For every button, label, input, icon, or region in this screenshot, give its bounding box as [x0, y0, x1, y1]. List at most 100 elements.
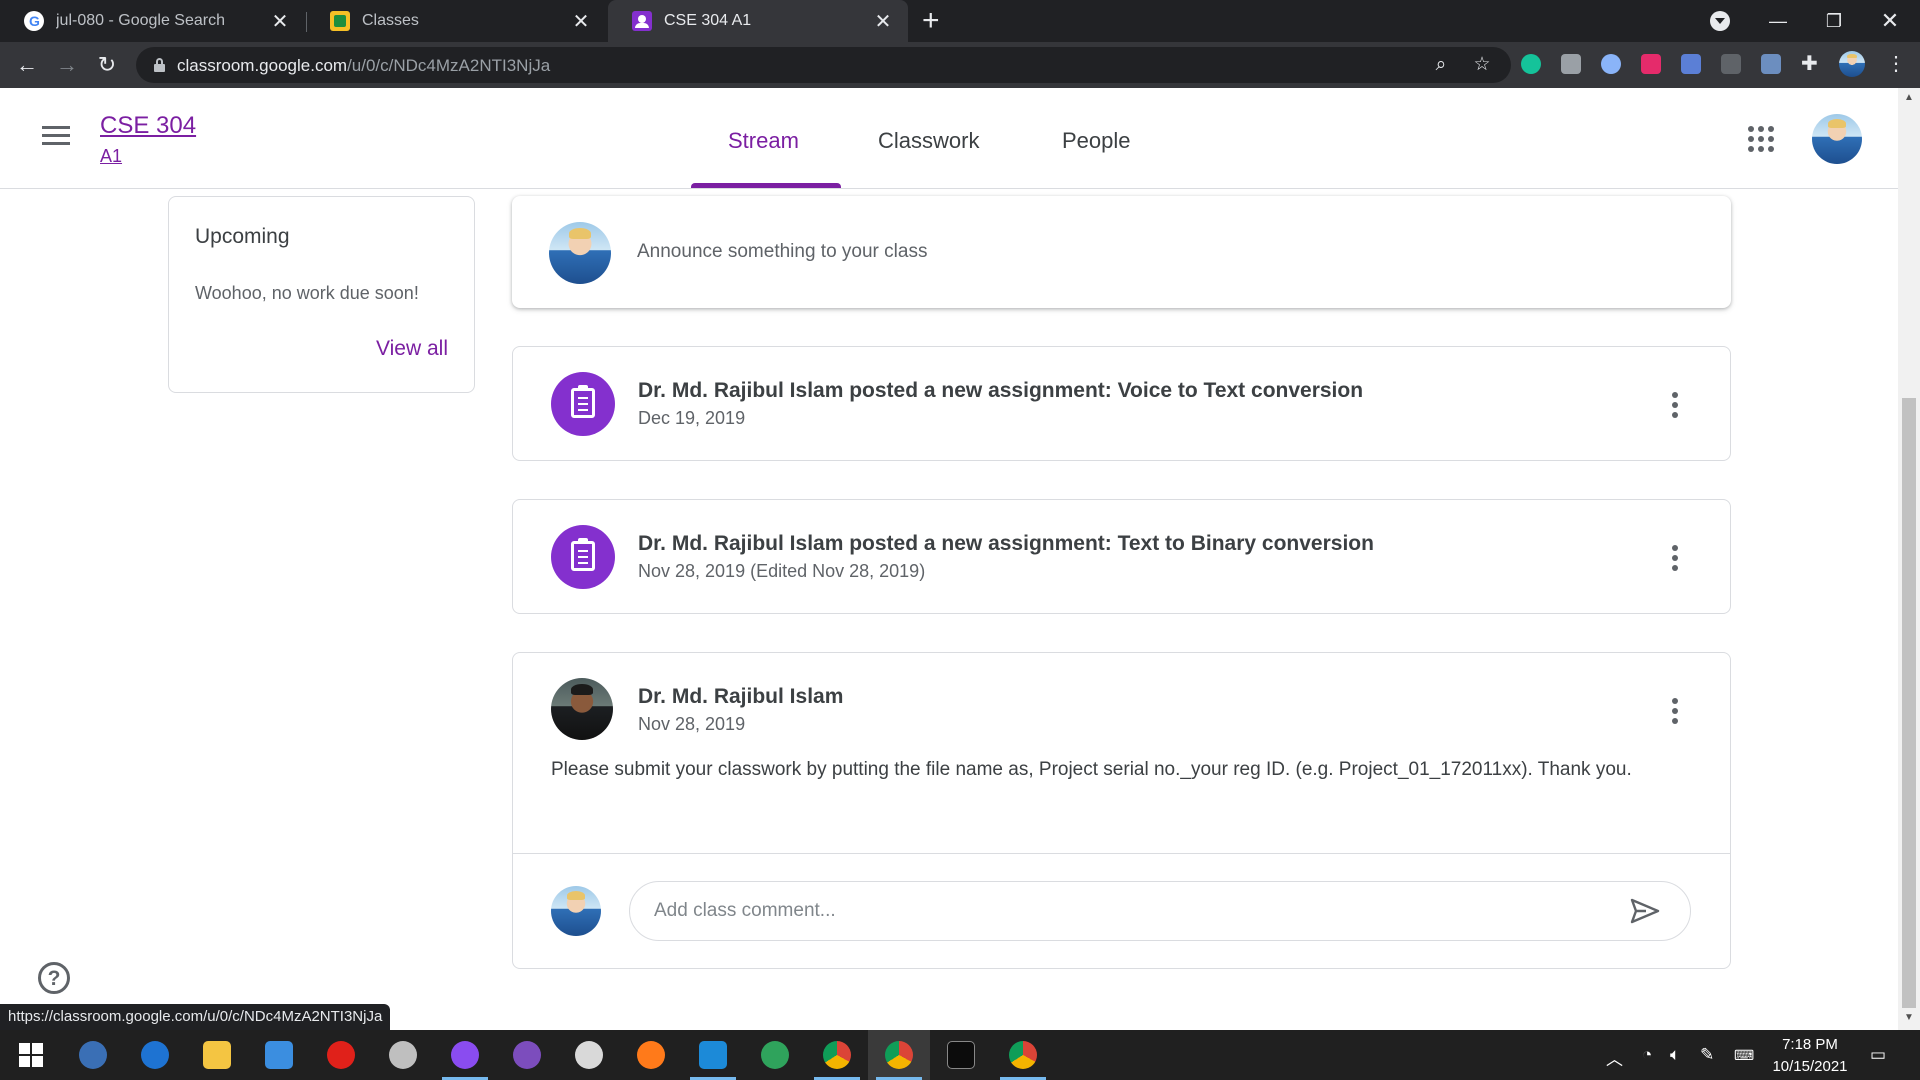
address-bar[interactable]: classroom.google.com/u/0/c/NDc4MzA2NTI3N… — [136, 47, 1511, 83]
google-icon: G — [24, 11, 44, 31]
wifi-icon[interactable]: ◔ — [1642, 1045, 1652, 1065]
more-options-icon[interactable] — [1672, 392, 1678, 418]
edge-dev-icon — [761, 1041, 789, 1069]
assignment-post[interactable]: Dr. Md. Rajibul Islam posted a new assig… — [512, 499, 1731, 614]
close-tab-icon[interactable]: ✕ — [570, 9, 592, 34]
close-tab-icon[interactable]: ✕ — [872, 9, 894, 34]
taskbar-app-chrome[interactable] — [806, 1030, 868, 1080]
show-hidden-icons-chevron-icon[interactable]: ︿ — [1606, 1045, 1623, 1070]
notifications-icon[interactable]: ▭ — [1870, 1045, 1886, 1065]
folder-icon — [203, 1041, 231, 1069]
pen-icon[interactable]: ✎ — [1700, 1045, 1714, 1065]
browser-tab-google-search[interactable]: G jul-080 - Google Search ✕ — [0, 0, 305, 42]
tab-people[interactable]: People — [1062, 128, 1131, 154]
firefox-icon — [637, 1041, 665, 1069]
post-title[interactable]: Dr. Md. Rajibul Islam posted a new assig… — [638, 379, 1363, 403]
zoom-icon[interactable]: ⌕ — [1430, 54, 1452, 76]
classroom-class-icon — [632, 11, 652, 31]
author-avatar — [551, 678, 613, 740]
more-options-icon[interactable] — [1672, 698, 1678, 724]
taskbar-app-chrome-active[interactable] — [868, 1030, 930, 1080]
assignment-icon — [551, 372, 615, 436]
tab-title: Classes — [362, 12, 419, 29]
play-extension-icon[interactable] — [1641, 54, 1661, 74]
send-icon[interactable] — [1630, 898, 1660, 924]
taskbar-app-mail[interactable] — [248, 1030, 310, 1080]
main-menu-icon[interactable] — [42, 126, 70, 146]
app-icon — [389, 1041, 417, 1069]
taskbar-app-chrome-profile[interactable] — [992, 1030, 1054, 1080]
extension-icon[interactable] — [1601, 54, 1621, 74]
back-button[interactable]: ← — [11, 49, 43, 81]
taskbar-app-vscode[interactable] — [682, 1030, 744, 1080]
grammarly-extension-icon[interactable] — [1521, 54, 1541, 74]
post-body: Please submit your classwork by putting … — [551, 759, 1632, 780]
start-button[interactable] — [0, 1030, 62, 1080]
reload-button[interactable]: ↻ — [91, 49, 123, 81]
account-avatar[interactable] — [1812, 114, 1862, 164]
taskbar-clock[interactable]: 7:18 PM 10/15/2021 — [1762, 1034, 1858, 1078]
taskbar-app-github[interactable] — [496, 1030, 558, 1080]
forward-button[interactable]: → — [51, 49, 83, 81]
restore-button[interactable]: ❐ — [1806, 0, 1862, 42]
close-tab-icon[interactable]: ✕ — [269, 9, 291, 34]
windows-taskbar: ︿ ◔ 🔈︎ ✎ ⌨ 7:18 PM 10/15/2021 ▭ — [0, 1030, 1920, 1080]
class-section[interactable]: A1 — [100, 146, 122, 167]
github-icon — [513, 1041, 541, 1069]
extensions-puzzle-icon[interactable]: ✚ — [1801, 54, 1821, 74]
taskbar-app-firefox[interactable] — [620, 1030, 682, 1080]
browser-menu-icon[interactable]: ⋮ — [1886, 54, 1906, 74]
more-options-icon[interactable] — [1672, 545, 1678, 571]
download-extension-icon[interactable] — [1681, 54, 1701, 74]
bookmark-star-icon[interactable]: ☆ — [1471, 54, 1493, 76]
taskbar-app-edge-dev[interactable] — [744, 1030, 806, 1080]
user-avatar — [551, 886, 601, 936]
extension-icon[interactable] — [1721, 54, 1741, 74]
vscode-icon — [699, 1041, 727, 1069]
new-tab-button[interactable]: + — [922, 4, 940, 38]
extension-icon[interactable] — [1761, 54, 1781, 74]
comment-placeholder: Add class comment... — [654, 900, 836, 921]
browser-tab-cse304[interactable]: CSE 304 A1 ✕ — [608, 0, 908, 42]
help-icon[interactable]: ? — [38, 962, 70, 994]
taskbar-app-paint[interactable] — [558, 1030, 620, 1080]
post-title[interactable]: Dr. Md. Rajibul Islam posted a new assig… — [638, 532, 1374, 556]
volume-icon[interactable]: 🔈︎ — [1670, 1045, 1680, 1065]
taskbar-app-edge[interactable] — [124, 1030, 186, 1080]
tab-search-icon[interactable] — [1710, 11, 1730, 31]
taskbar-app-messenger[interactable] — [434, 1030, 496, 1080]
view-all-link[interactable]: View all — [376, 337, 448, 361]
close-window-button[interactable]: ✕ — [1862, 0, 1918, 42]
class-comment-input[interactable]: Add class comment... — [629, 881, 1691, 941]
screenshot-extension-icon[interactable] — [1561, 54, 1581, 74]
tab-stream[interactable]: Stream — [728, 128, 799, 154]
taskbar-app-terminal[interactable] — [930, 1030, 992, 1080]
assignment-post[interactable]: Dr. Md. Rajibul Islam posted a new assig… — [512, 346, 1731, 461]
browser-profile-avatar[interactable] — [1839, 51, 1865, 77]
minimize-button[interactable]: — — [1750, 0, 1806, 42]
taskbar-app-explorer[interactable] — [186, 1030, 248, 1080]
google-apps-icon[interactable] — [1748, 126, 1774, 152]
chrome-icon — [823, 1041, 851, 1069]
browser-toolbar: ← → ↻ classroom.google.com/u/0/c/NDc4MzA… — [0, 42, 1920, 88]
announce-placeholder[interactable]: Announce something to your class — [637, 241, 927, 263]
browser-tab-classes[interactable]: Classes ✕ — [306, 0, 606, 42]
post-date: Nov 28, 2019 — [638, 714, 746, 734]
classroom-icon — [330, 11, 350, 31]
taskbar-app-opera[interactable] — [310, 1030, 372, 1080]
paint-icon — [575, 1041, 603, 1069]
scrollbar-thumb[interactable] — [1902, 398, 1916, 1008]
scroll-down-arrow[interactable]: ▼ — [1904, 1012, 1914, 1023]
keyboard-icon[interactable]: ⌨ — [1734, 1047, 1754, 1064]
url-text: classroom.google.com/u/0/c/NDc4MzA2NTI3N… — [177, 56, 551, 75]
assignment-icon — [551, 525, 615, 589]
scroll-up-arrow[interactable]: ▲ — [1904, 92, 1914, 103]
mail-icon — [265, 1041, 293, 1069]
tab-classwork[interactable]: Classwork — [878, 128, 979, 154]
upcoming-text: Woohoo, no work due soon! — [195, 283, 419, 303]
announce-card[interactable]: Announce something to your class — [512, 196, 1731, 308]
taskbar-app-tool[interactable] — [372, 1030, 434, 1080]
taskbar-app-qb[interactable] — [62, 1030, 124, 1080]
class-title[interactable]: CSE 304 — [100, 112, 196, 140]
lock-icon[interactable] — [154, 58, 165, 72]
